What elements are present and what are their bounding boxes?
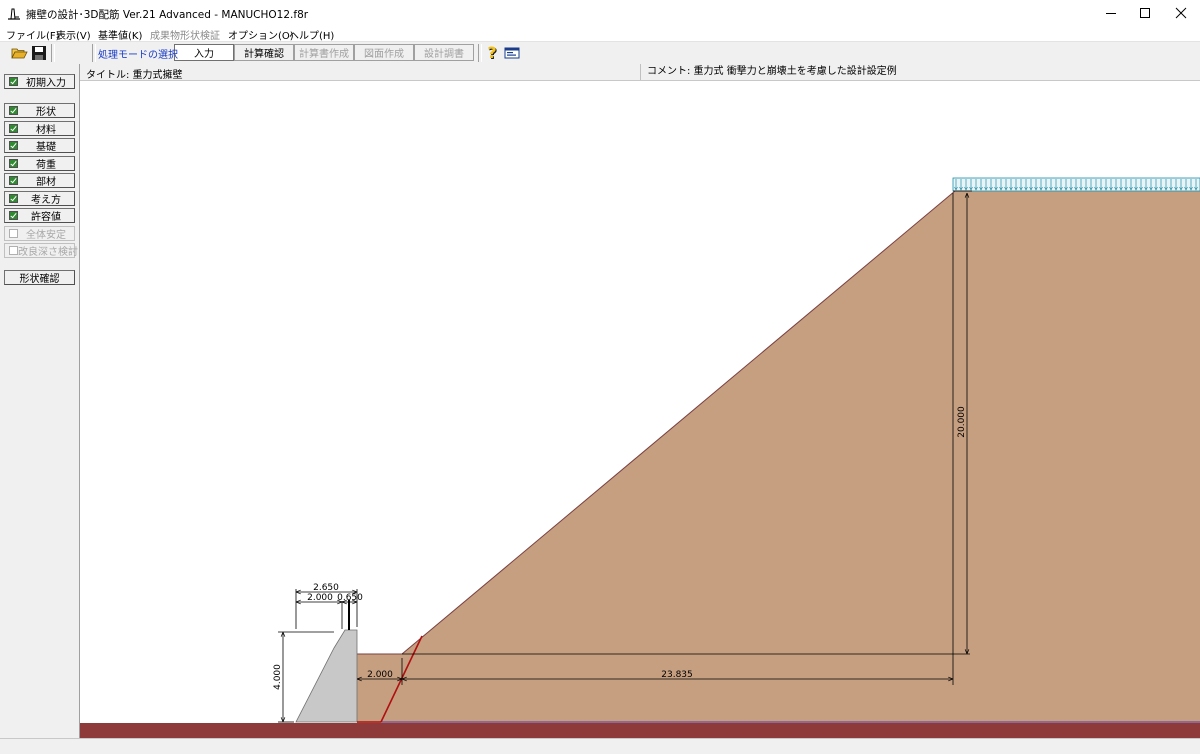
checkbox-checked-icon	[9, 77, 18, 86]
shape-check-button[interactable]: 形状確認	[4, 270, 75, 285]
maximize-button[interactable]	[1128, 0, 1162, 26]
checkbox-checked-icon	[9, 194, 18, 203]
toolbar-separator	[51, 44, 55, 62]
sidebar-item-label: 基礎	[36, 142, 56, 153]
save-icon[interactable]	[30, 44, 48, 62]
dim-top-left: 2.000	[307, 593, 333, 603]
dim-wall-height: 4.000	[273, 664, 283, 690]
checkbox-unchecked-icon	[9, 246, 18, 255]
window-title: 擁壁の設計･3D配筋 Ver.21 Advanced - MANUCHO12.f…	[26, 9, 309, 21]
sidebar-item-label: 材料	[36, 125, 56, 136]
sidebar-item-overall-stability[interactable]: 全体安定	[4, 226, 75, 241]
menu-deliverable-check[interactable]: 成果物形状検証	[150, 27, 220, 42]
close-button[interactable]	[1164, 0, 1198, 26]
sidebar-item-label: 全体安定	[26, 230, 66, 241]
title-bar: 擁壁の設計･3D配筋 Ver.21 Advanced - MANUCHO12.f…	[0, 0, 1200, 26]
menu-options[interactable]: オプション(O)	[228, 27, 294, 42]
mode-report-button[interactable]: 計算書作成	[294, 44, 354, 61]
close-icon	[1175, 7, 1187, 19]
drawing-canvas[interactable]: 2.650 2.000 0.650 4.000 2.000 23.835 20.…	[80, 81, 1200, 738]
sidebar-item-label: 許容値	[31, 212, 61, 223]
menu-help[interactable]: ヘルプ(H)	[289, 27, 334, 42]
menu-view[interactable]: 表示(V)	[56, 27, 91, 42]
sidebar-item-label: 形状確認	[19, 274, 60, 285]
menu-standard-values[interactable]: 基準値(K)	[98, 27, 142, 42]
ground-foundation	[80, 723, 1200, 738]
sidebar-item-member[interactable]: 部材	[4, 173, 75, 188]
maximize-icon	[1140, 8, 1150, 18]
dim-slope-width: 23.835	[661, 670, 693, 680]
toolbar-separator	[478, 44, 482, 62]
dim-top-right: 0.650	[337, 593, 363, 603]
mode-drawing-button[interactable]: 図面作成	[354, 44, 414, 61]
design-comment: コメント: 重力式 衝撃力と崩壊土を考慮した設計設定例	[640, 64, 897, 80]
sidebar-item-foundation[interactable]: 基礎	[4, 138, 75, 153]
sidebar-item-allowable[interactable]: 許容値	[4, 208, 75, 223]
checkbox-checked-icon	[9, 176, 18, 185]
dim-slope-height: 20.000	[957, 406, 967, 438]
checkbox-checked-icon	[9, 106, 18, 115]
checkbox-checked-icon	[9, 124, 18, 133]
soil-body	[357, 191, 1200, 723]
surcharge-load	[952, 177, 1200, 192]
dim-pocket-width: 2.000	[367, 670, 393, 680]
mode-select-label: 処理モードの選択	[98, 50, 178, 61]
sidebar-item-label: 初期入力	[26, 78, 66, 89]
mode-input-button[interactable]: 入力	[174, 44, 234, 61]
sidebar-initial-input[interactable]: 初期入力	[4, 74, 75, 89]
about-icon[interactable]	[503, 44, 521, 62]
toolbar-separator	[92, 44, 96, 62]
checkbox-checked-icon	[9, 141, 18, 150]
sidebar: 初期入力 形状 材料 基礎 荷重 部材 考え方 許容値 全体安定 改良深さ検討 …	[0, 64, 80, 738]
help-icon[interactable]: ? ?	[484, 44, 502, 62]
minimize-button[interactable]	[1094, 0, 1128, 26]
sidebar-item-label: 改良深さ検討	[18, 247, 78, 258]
sidebar-item-shape[interactable]: 形状	[4, 103, 75, 118]
sidebar-item-label: 形状	[36, 107, 56, 118]
design-title: タイトル: 重力式擁壁	[86, 70, 183, 81]
sidebar-item-improvement-depth[interactable]: 改良深さ検討	[4, 243, 78, 258]
sidebar-item-label: 考え方	[31, 195, 61, 206]
toolbar: 入力 計算確認 計算書作成 図面作成 設計調書 ? ?	[0, 41, 1200, 65]
sidebar-item-load[interactable]: 荷重	[4, 156, 75, 171]
svg-text:?: ?	[487, 44, 496, 62]
checkbox-checked-icon	[9, 159, 18, 168]
open-folder-icon[interactable]	[10, 44, 28, 62]
retaining-wall-app-icon	[8, 8, 20, 20]
sidebar-item-approach[interactable]: 考え方	[4, 191, 75, 206]
menu-bar: ファイル(F) 表示(V) 基準値(K) 成果物形状検証 オプション(O) ヘル…	[0, 26, 1200, 42]
sidebar-item-label: 部材	[36, 177, 56, 188]
menu-file[interactable]: ファイル(F)	[6, 27, 60, 42]
mode-design-record-button[interactable]: 設計調書	[414, 44, 474, 61]
sidebar-item-material[interactable]: 材料	[4, 121, 75, 136]
checkbox-checked-icon	[9, 211, 18, 220]
gravity-wall	[295, 629, 358, 723]
info-bar: タイトル: 重力式擁壁 コメント: 重力式 衝撃力と崩壊土を考慮した設計設定例	[80, 64, 1200, 81]
minimize-icon	[1106, 13, 1116, 14]
sidebar-item-label: 荷重	[36, 160, 56, 171]
dim-top-total: 2.650	[313, 583, 339, 593]
checkbox-unchecked-icon	[9, 229, 18, 238]
status-bar	[0, 738, 1200, 754]
mode-calc-check-button[interactable]: 計算確認	[234, 44, 294, 61]
